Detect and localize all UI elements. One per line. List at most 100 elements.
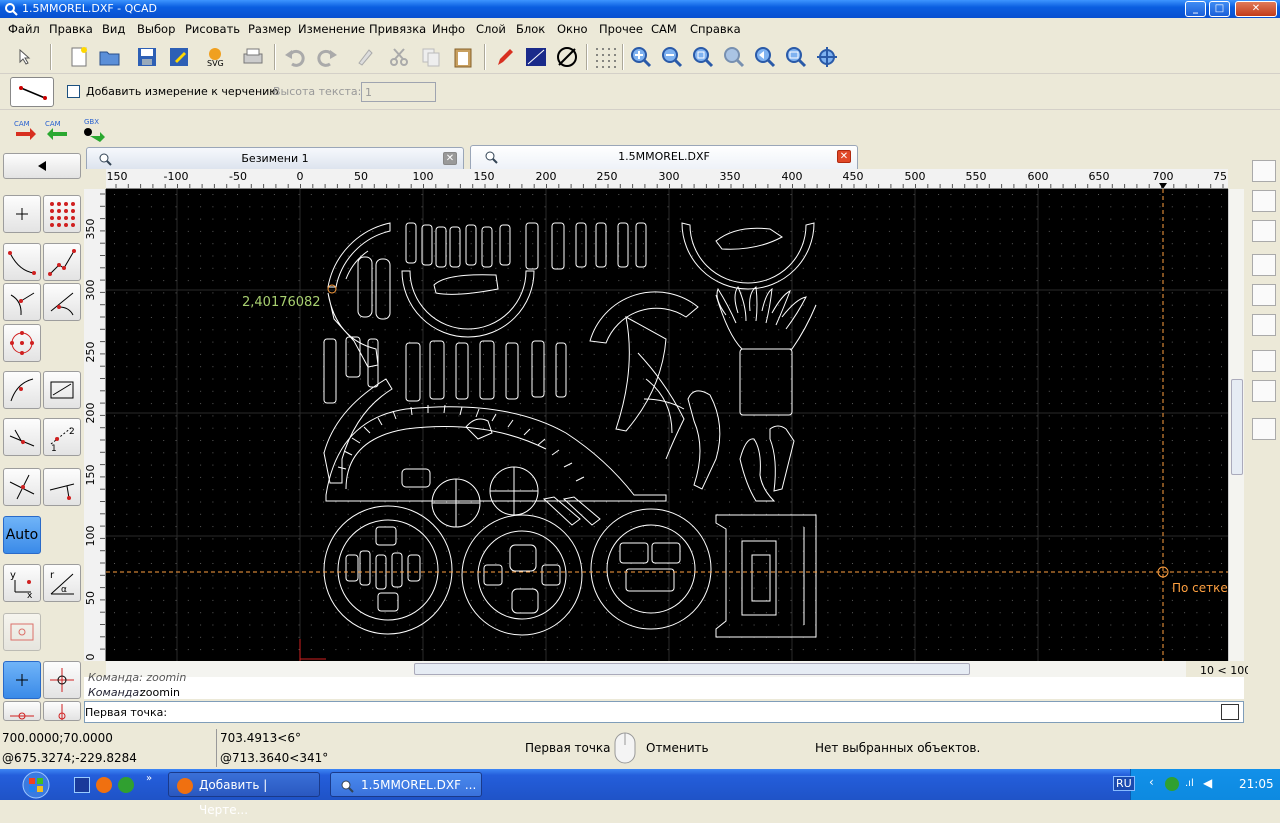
tangent-arc-icon[interactable] bbox=[43, 283, 81, 321]
menu-snap[interactable]: Привязка bbox=[369, 22, 426, 36]
maximize-button[interactable]: □ bbox=[1209, 1, 1230, 17]
spline-tool-icon[interactable] bbox=[3, 371, 41, 409]
polar-snap-icon[interactable]: rα bbox=[43, 564, 81, 602]
menu-select[interactable]: Выбор bbox=[137, 22, 175, 36]
cam-export-icon[interactable]: CAM bbox=[12, 116, 38, 142]
vertical-scroll-thumb[interactable] bbox=[1231, 379, 1243, 475]
taskbar-item-firefox[interactable]: Добавить | Черте... bbox=[168, 772, 320, 817]
arc-tool-icon[interactable] bbox=[3, 283, 41, 321]
undo-icon[interactable] bbox=[282, 44, 308, 70]
menu-help[interactable]: Справка bbox=[690, 22, 741, 36]
no-restriction-button[interactable] bbox=[3, 661, 41, 699]
dimension-numbered-icon[interactable]: 12 bbox=[43, 418, 81, 456]
volume-icon[interactable]: ◀ bbox=[1203, 776, 1212, 790]
open-file-icon[interactable] bbox=[97, 44, 123, 70]
line-tool-icon[interactable] bbox=[3, 243, 41, 281]
start-button[interactable] bbox=[8, 769, 60, 800]
show-desktop-icon[interactable] bbox=[74, 777, 90, 793]
save-icon[interactable] bbox=[134, 44, 160, 70]
clipboard-icon[interactable] bbox=[1252, 380, 1276, 402]
tray-expand-icon[interactable]: ‹ bbox=[1149, 775, 1154, 789]
quicklaunch-more-icon[interactable]: » bbox=[146, 773, 152, 784]
taskbar-item-qcad[interactable]: 1.5MMOREL.DXF ... bbox=[330, 772, 482, 797]
axis-snap-icon[interactable]: yx bbox=[3, 564, 41, 602]
expand-panel-icon[interactable] bbox=[1252, 418, 1276, 440]
close-tab-icon[interactable]: ✕ bbox=[443, 152, 457, 165]
vertical-scrollbar[interactable] bbox=[1228, 189, 1244, 661]
menu-view[interactable]: Вид bbox=[102, 22, 125, 36]
pen-color-icon[interactable] bbox=[492, 44, 518, 70]
menu-block[interactable]: Блок bbox=[516, 22, 545, 36]
menu-draw[interactable]: Рисовать bbox=[185, 22, 240, 36]
eraser-icon[interactable] bbox=[352, 44, 378, 70]
redo-icon[interactable] bbox=[314, 44, 340, 70]
new-file-icon[interactable] bbox=[66, 44, 92, 70]
zoom-out-icon[interactable] bbox=[659, 44, 685, 70]
layer-list-icon[interactable] bbox=[1252, 160, 1276, 182]
language-indicator[interactable]: RU bbox=[1113, 776, 1135, 791]
zoom-previous-icon[interactable] bbox=[721, 44, 747, 70]
cam-import-icon[interactable]: CAM bbox=[43, 116, 69, 142]
command-window-icon[interactable] bbox=[1221, 704, 1239, 720]
line-type-icon[interactable] bbox=[554, 44, 580, 70]
horizontal-scroll-thumb[interactable] bbox=[414, 663, 970, 675]
print-icon[interactable] bbox=[240, 44, 266, 70]
circle-tool-icon[interactable] bbox=[3, 324, 41, 362]
menu-file[interactable]: Файл bbox=[8, 22, 40, 36]
close-tab-icon[interactable]: ✕ bbox=[837, 150, 851, 163]
gbx-tool-icon[interactable]: GBX bbox=[80, 116, 106, 142]
add-dimension-checkbox[interactable] bbox=[67, 85, 80, 98]
dimension-tool-icon[interactable] bbox=[10, 77, 54, 107]
menu-window[interactable]: Окно bbox=[557, 22, 588, 36]
menu-misc[interactable]: Прочее bbox=[599, 22, 643, 36]
select-pointer-icon[interactable] bbox=[12, 44, 38, 70]
polyline-tool-icon[interactable] bbox=[43, 243, 81, 281]
text-height-input[interactable]: 1 bbox=[361, 82, 436, 102]
back-button[interactable] bbox=[3, 153, 81, 179]
utorrent-quicklaunch-icon[interactable] bbox=[118, 777, 134, 793]
line-width-icon[interactable] bbox=[523, 44, 549, 70]
restriction-icon[interactable] bbox=[3, 613, 41, 651]
zoom-pan-icon[interactable] bbox=[814, 44, 840, 70]
command-line-icon[interactable] bbox=[1252, 350, 1276, 372]
zoom-redraw-icon[interactable] bbox=[752, 44, 778, 70]
drawing-canvas[interactable]: 2,40176082 По сетке bbox=[106, 189, 1228, 661]
auto-snap-button[interactable]: Auto bbox=[3, 516, 41, 554]
tab-unnamed-1[interactable]: Безимени 1 ✕ bbox=[86, 147, 464, 169]
intersection-tool-icon[interactable] bbox=[3, 468, 41, 506]
zoom-in-icon[interactable] bbox=[628, 44, 654, 70]
grid-toggle-icon[interactable] bbox=[592, 44, 618, 70]
utorrent-tray-icon[interactable] bbox=[1165, 777, 1179, 791]
vertical-restriction-icon[interactable] bbox=[43, 701, 81, 721]
copy-icon[interactable] bbox=[418, 44, 444, 70]
close-button[interactable]: ✕ bbox=[1235, 1, 1277, 17]
menu-edit[interactable]: Правка bbox=[49, 22, 93, 36]
firefox-quicklaunch-icon[interactable] bbox=[96, 777, 112, 793]
menu-modify[interactable]: Изменение bbox=[298, 22, 365, 36]
horizontal-scrollbar[interactable] bbox=[106, 661, 1186, 677]
network-icon[interactable]: .ıl bbox=[1185, 778, 1194, 789]
minimize-button[interactable]: _ bbox=[1185, 1, 1206, 17]
block-list-icon[interactable] bbox=[1252, 190, 1276, 212]
horizontal-restriction-icon[interactable] bbox=[3, 701, 41, 721]
save-as-icon[interactable] bbox=[166, 44, 192, 70]
rectangle-tool-icon[interactable] bbox=[43, 371, 81, 409]
tab-1-5mmorel-dxf[interactable]: 1.5MMOREL.DXF ✕ bbox=[470, 145, 858, 169]
export-svg-icon[interactable]: SVG bbox=[202, 44, 228, 70]
library-browser-icon[interactable] bbox=[1252, 220, 1276, 242]
perpendicular-tool-icon[interactable] bbox=[43, 468, 81, 506]
menu-dimension[interactable]: Размер bbox=[248, 22, 291, 36]
menu-cam[interactable]: CAM bbox=[651, 22, 677, 36]
cut-icon[interactable] bbox=[386, 44, 412, 70]
paste-icon[interactable] bbox=[450, 44, 476, 70]
pen-toolbar-icon[interactable] bbox=[1252, 314, 1276, 336]
command-line[interactable]: Первая точка: bbox=[84, 701, 1244, 723]
modify-tool-icon[interactable] bbox=[3, 418, 41, 456]
menu-info[interactable]: Инфо bbox=[432, 22, 465, 36]
crosshair-restriction-icon[interactable] bbox=[43, 661, 81, 699]
point-tool-icon[interactable] bbox=[3, 195, 41, 233]
menu-layer[interactable]: Слой bbox=[476, 22, 506, 36]
zoom-auto-icon[interactable] bbox=[690, 44, 716, 70]
zoom-window-icon[interactable] bbox=[783, 44, 809, 70]
properties-icon[interactable] bbox=[1252, 254, 1276, 276]
